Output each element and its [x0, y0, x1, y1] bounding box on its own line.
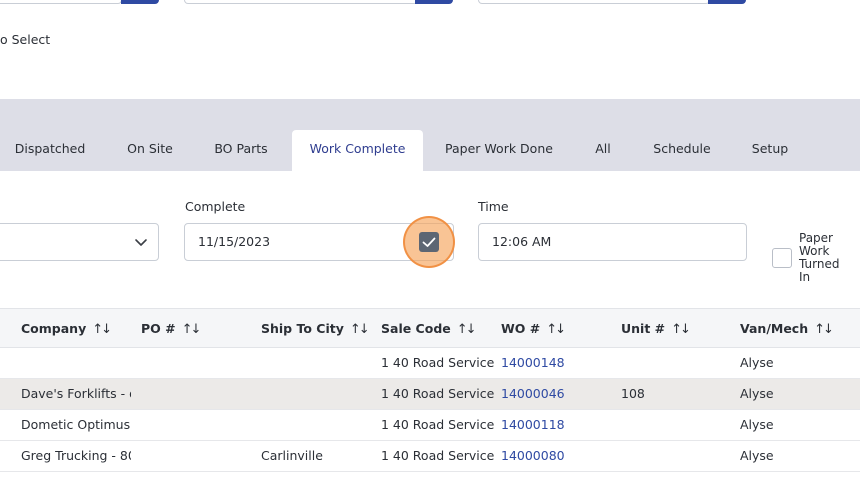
tab-bar: Dispatched On Site BO Parts Work Complet… [0, 99, 860, 171]
search-input-2[interactable] [184, 0, 418, 4]
table-row[interactable]: Dometic Optimus - 1 40 Road Service 1400… [0, 410, 860, 441]
cell-van-mech: Alyse [740, 448, 774, 463]
cell-unit: 108 [621, 386, 645, 401]
cell-company: Dave's Forklifts - da [21, 386, 131, 401]
sort-icon[interactable]: ↑↓ [350, 310, 370, 349]
col-header-wo[interactable]: WO # ↑↓ [501, 309, 566, 349]
cell-wo-link[interactable]: 14000080 [501, 441, 611, 471]
tab-work-complete[interactable]: Work Complete [292, 130, 423, 171]
time-input[interactable]: 12:06 AM [478, 223, 747, 261]
cell-wo-link[interactable]: 14000118 [501, 410, 611, 440]
cell-sale-code: 1 40 Road Service [381, 417, 495, 432]
col-header-van-mech[interactable]: Van/Mech ↑↓ [740, 309, 834, 349]
tab-setup[interactable]: Setup [740, 130, 800, 171]
tab-on-site[interactable]: On Site [110, 130, 190, 171]
select-label: o Select [0, 32, 51, 47]
col-header-sale-code[interactable]: Sale Code ↑↓ [381, 309, 477, 349]
cell-wo-link[interactable]: 14000046 [501, 379, 611, 409]
cell-company: Dometic Optimus - [21, 417, 131, 432]
dropdown-select[interactable] [0, 223, 159, 261]
table-row[interactable]: 1 40 Road Service 14000148 Alyse [0, 348, 860, 379]
cell-city: Carlinville [261, 448, 323, 463]
tab-dispatched[interactable]: Dispatched [0, 130, 100, 171]
search-button-3[interactable] [708, 0, 746, 4]
col-header-unit[interactable]: Unit # ↑↓ [621, 309, 691, 349]
cell-sale-code: 1 40 Road Service [381, 386, 495, 401]
chevron-down-icon [135, 239, 147, 246]
tab-all[interactable]: All [582, 130, 624, 171]
table-row[interactable]: Greg Trucking - 800 Carlinville 1 40 Roa… [0, 441, 860, 472]
search-button-2[interactable] [415, 0, 453, 4]
col-header-company[interactable]: Company ↑↓ [21, 309, 112, 349]
time-label: Time [478, 199, 509, 214]
tab-schedule[interactable]: Schedule [642, 130, 722, 171]
sort-icon[interactable]: ↑↓ [814, 310, 834, 349]
table-row[interactable]: Dave's Forklifts - da 1 40 Road Service … [0, 379, 860, 410]
complete-label: Complete [185, 199, 246, 214]
paperwork-label: Paper Work Turned In [799, 231, 840, 284]
sort-icon[interactable]: ↑↓ [546, 310, 566, 349]
paperwork-checkbox[interactable] [772, 248, 792, 268]
cell-sale-code: 1 40 Road Service [381, 355, 495, 370]
search-input-3[interactable] [478, 0, 710, 4]
check-icon [422, 237, 436, 247]
table-header: Company ↑↓ PO # ↑↓ Ship To City ↑↓ Sale Cod… [0, 308, 860, 348]
cell-sale-code: 1 40 Road Service [381, 448, 495, 463]
col-header-po[interactable]: PO # ↑↓ [141, 309, 202, 349]
tab-paper-work-done[interactable]: Paper Work Done [436, 130, 562, 171]
sort-icon[interactable]: ↑↓ [92, 310, 112, 349]
sort-icon[interactable]: ↑↓ [457, 310, 477, 349]
cell-van-mech: Alyse [740, 355, 774, 370]
cell-van-mech: Alyse [740, 417, 774, 432]
complete-checkbox-button[interactable] [419, 232, 439, 252]
sort-icon[interactable]: ↑↓ [671, 310, 691, 349]
sort-icon[interactable]: ↑↓ [182, 310, 202, 349]
cell-wo-link[interactable]: 14000148 [501, 348, 611, 378]
search-button-1[interactable] [121, 0, 159, 4]
col-header-ship-to-city[interactable]: Ship To City ↑↓ [261, 309, 370, 349]
search-input-1[interactable] [0, 0, 122, 4]
cell-van-mech: Alyse [740, 386, 774, 401]
tab-bo-parts[interactable]: BO Parts [200, 130, 282, 171]
cell-company: Greg Trucking - 800 [21, 448, 131, 463]
